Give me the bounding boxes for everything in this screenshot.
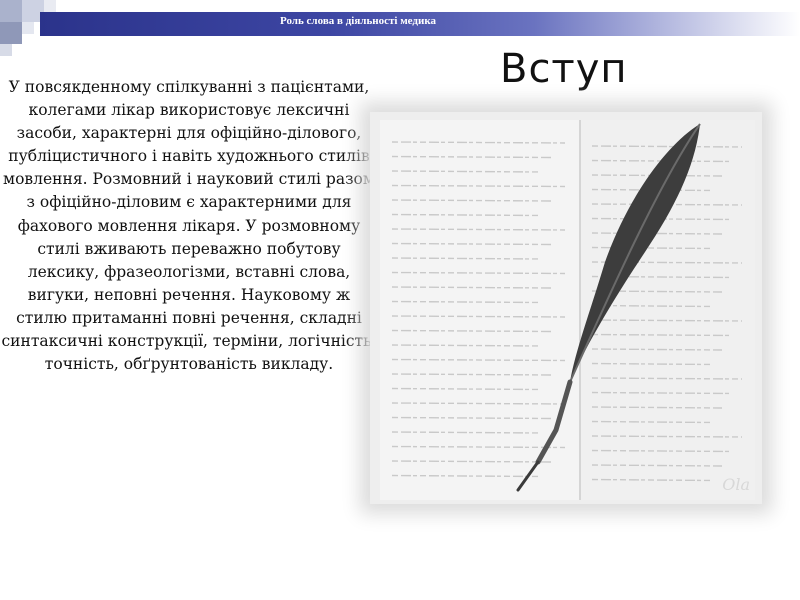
- corner-square: [0, 22, 22, 44]
- corner-square: [22, 22, 34, 34]
- corner-square: [0, 0, 22, 22]
- quill-pen-icon: [370, 112, 762, 504]
- corner-square: [0, 44, 12, 56]
- slide-title: Вступ: [500, 46, 628, 92]
- body-text: У повсякденному спілкуванні з пацієнтами…: [1, 78, 377, 374]
- image-signature: Ola: [722, 475, 750, 494]
- header-title: Роль слова в діяльності медика: [280, 15, 436, 27]
- header-band: Роль слова в діяльності медика: [40, 12, 800, 36]
- manuscript-image: Ola: [370, 112, 762, 504]
- corner-square: [44, 0, 56, 12]
